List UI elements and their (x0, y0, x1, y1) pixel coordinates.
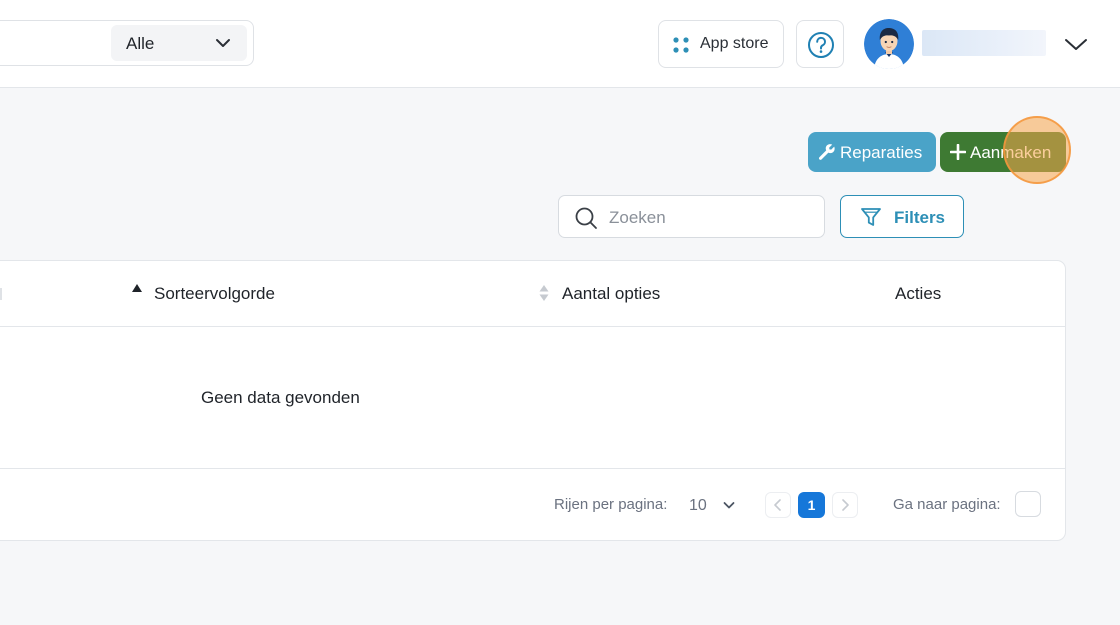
go-to-page-label: Ga naar pagina: (893, 496, 1001, 513)
next-page-button[interactable] (832, 492, 858, 518)
rows-per-page-value: 10 (689, 497, 707, 514)
chevron-down-icon (723, 502, 735, 509)
table-header: Sorteervolgorde Aantal opties Acties (0, 261, 1065, 327)
avatar-image (864, 19, 914, 69)
pagination-bar: Rijen per pagina: 10 1 Ga naar pagina: (0, 468, 1065, 542)
avatar[interactable] (864, 19, 914, 69)
chevron-left-icon (774, 499, 781, 511)
scope-select-value-box[interactable]: Alle (111, 25, 247, 61)
user-name-redacted (922, 30, 1046, 56)
rows-per-page-label: Rijen per pagina: (554, 496, 668, 513)
rows-per-page-select[interactable]: 10 (683, 488, 743, 522)
data-table: Sorteervolgorde Aantal opties Acties Gee… (0, 260, 1066, 541)
column-header-option-count[interactable]: Aantal opties (562, 284, 660, 304)
search-icon (575, 207, 597, 229)
sort-ascending-icon[interactable] (131, 283, 143, 297)
sort-icon[interactable] (538, 283, 550, 303)
filter-icon (861, 208, 881, 226)
scope-select-value: Alle (126, 34, 155, 53)
scope-select[interactable]: Alle (0, 20, 254, 66)
app-store-button[interactable]: App store (658, 20, 784, 68)
sort-icon[interactable] (0, 288, 2, 300)
filters-label: Filters (894, 208, 946, 227)
app-store-label: App store (700, 35, 769, 52)
apps-icon (673, 37, 689, 53)
create-button-label: Aanmaken (970, 143, 1052, 162)
repairs-button-label: Reparaties (840, 143, 923, 162)
top-bar: Alle App store (0, 0, 1120, 88)
repairs-button[interactable]: Reparaties (808, 132, 936, 172)
previous-page-button[interactable] (765, 492, 791, 518)
wrench-icon (818, 144, 835, 160)
help-button[interactable] (796, 20, 844, 68)
help-icon (808, 32, 834, 58)
chevron-down-icon (216, 39, 230, 47)
column-header-sort-order[interactable]: Sorteervolgorde (154, 284, 275, 304)
go-to-page-input[interactable] (1015, 491, 1041, 517)
search-input[interactable] (607, 204, 811, 232)
plus-icon (950, 144, 966, 160)
page-number-current[interactable]: 1 (798, 492, 825, 518)
empty-state-text: Geen data gevonden (201, 388, 360, 407)
create-button[interactable]: Aanmaken (940, 132, 1066, 172)
filters-button[interactable]: Filters (840, 195, 964, 238)
search-box[interactable] (558, 195, 825, 238)
chevron-down-icon[interactable] (1064, 36, 1088, 52)
column-header-actions: Acties (895, 284, 942, 303)
chevron-right-icon (842, 499, 849, 511)
